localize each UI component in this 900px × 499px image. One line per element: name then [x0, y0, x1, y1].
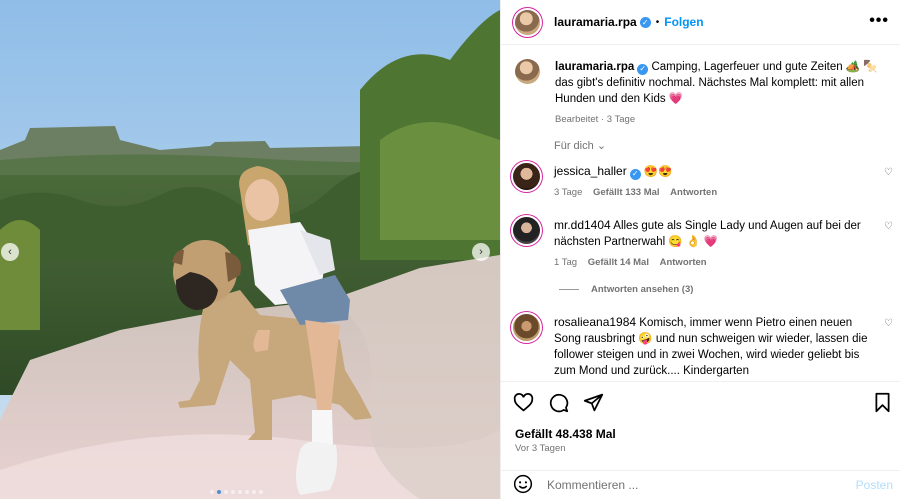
- post-side-panel: lauramaria.rpa ✓ • Folgen ••• lauramaria…: [500, 0, 900, 499]
- like-comment-heart-icon[interactable]: ♡: [884, 318, 893, 329]
- action-icons: [513, 392, 604, 413]
- emoji-icon[interactable]: [513, 474, 533, 497]
- commenter-avatar[interactable]: [513, 314, 540, 341]
- carousel-indicator: [210, 490, 263, 494]
- comment-body: jessica_haller ✓ 😍😍 3 Tage Gefällt 133 Ma…: [554, 163, 874, 201]
- comment-bubble-icon[interactable]: [548, 392, 569, 413]
- replies-divider: [559, 289, 579, 290]
- comments-section[interactable]: lauramaria.rpa ✓ Camping, Lagerfeuer und …: [501, 46, 900, 380]
- commenter-username[interactable]: mr.dd1404: [554, 218, 611, 232]
- caption-username[interactable]: lauramaria.rpa: [555, 61, 634, 73]
- comment-meta: 1 Tag Gefällt 14 Mal Antworten: [554, 255, 874, 271]
- comment-composer: Kommentieren ... Posten: [501, 470, 900, 499]
- post-actions: Gefällt 48.438 Mal Vor 3 Tagen: [501, 381, 900, 461]
- share-paper-plane-icon[interactable]: [583, 392, 604, 413]
- comment-time: 1 Tag: [554, 257, 578, 268]
- comment-item: jessica_haller ✓ 😍😍 3 Tage Gefällt 133 Ma…: [513, 163, 893, 201]
- author-username[interactable]: lauramaria.rpa: [554, 15, 637, 29]
- save-bookmark-icon[interactable]: [872, 392, 893, 413]
- post-comment-button[interactable]: Posten: [856, 478, 893, 492]
- post-date: Vor 3 Tagen: [515, 443, 566, 454]
- verified-badge-icon: ✓: [629, 168, 641, 180]
- verified-badge-icon: ✓: [639, 16, 651, 28]
- comment-filter-label: Für dich: [554, 140, 594, 152]
- chevron-right-icon: ›: [479, 245, 483, 258]
- post-likes-count[interactable]: Gefällt 48.438 Mal: [515, 427, 616, 441]
- carousel-dot-active: [217, 490, 221, 494]
- reply-button[interactable]: Antworten: [670, 187, 717, 198]
- next-slide-button[interactable]: ›: [472, 243, 490, 261]
- carousel-dot: [210, 490, 214, 494]
- comment-text: 😍😍: [643, 166, 673, 178]
- comment-item: mr.dd1404 Alles gute als Single Lady und…: [513, 217, 893, 271]
- chevron-left-icon: ‹: [8, 245, 12, 258]
- comment-likes[interactable]: Gefällt 133 Mal: [593, 187, 660, 198]
- like-comment-heart-icon[interactable]: ♡: [884, 221, 893, 232]
- post-photo[interactable]: ‹ ›: [0, 0, 500, 499]
- commenter-avatar[interactable]: [513, 163, 540, 190]
- comment-body: mr.dd1404 Alles gute als Single Lady und…: [554, 217, 874, 271]
- carousel-dot: [259, 490, 263, 494]
- commenter-username[interactable]: jessica_haller: [554, 164, 627, 178]
- commenter-username[interactable]: rosalieana1984: [554, 315, 636, 329]
- author-avatar[interactable]: [515, 9, 540, 35]
- separator-dot: •: [655, 16, 660, 28]
- comment-likes[interactable]: Gefällt 14 Mal: [588, 257, 649, 268]
- like-heart-icon[interactable]: [513, 392, 534, 413]
- like-comment-heart-icon[interactable]: ♡: [884, 167, 893, 178]
- verified-badge-icon: ✓: [637, 63, 649, 75]
- carousel-dot: [252, 490, 256, 494]
- comment-item: rosalieana1984 Komisch, immer wenn Pietr…: [513, 314, 893, 379]
- comment-filter-dropdown[interactable]: Für dich ⌄: [554, 139, 606, 152]
- post-header: lauramaria.rpa ✓ • Folgen •••: [501, 0, 900, 45]
- carousel-dot: [231, 490, 235, 494]
- carousel-dot: [245, 490, 249, 494]
- post-caption: lauramaria.rpa ✓ Camping, Lagerfeuer und …: [515, 59, 885, 128]
- previous-slide-button[interactable]: ‹: [1, 243, 19, 261]
- more-options-icon[interactable]: •••: [869, 12, 889, 30]
- reply-button[interactable]: Antworten: [660, 257, 707, 268]
- caption-avatar[interactable]: [515, 59, 540, 84]
- comment-input[interactable]: Kommentieren ...: [547, 478, 837, 492]
- caption-body: lauramaria.rpa ✓ Camping, Lagerfeuer und …: [555, 59, 885, 128]
- view-replies-button[interactable]: Antworten ansehen (3): [559, 284, 693, 295]
- comment-body: rosalieana1984 Komisch, immer wenn Pietr…: [554, 314, 874, 379]
- follow-button[interactable]: Folgen: [664, 15, 703, 29]
- comment-time: 3 Tage: [554, 187, 583, 198]
- commenter-avatar[interactable]: [513, 217, 540, 244]
- caption-edited: Bearbeitet · 3 Tage: [555, 114, 636, 125]
- post-image: [0, 0, 500, 499]
- chevron-down-icon: ⌄: [596, 140, 607, 152]
- view-replies-label: Antworten ansehen (3): [591, 284, 694, 295]
- comment-meta: 3 Tage Gefällt 133 Mal Antworten: [554, 185, 874, 201]
- carousel-dot: [238, 490, 242, 494]
- carousel-dot: [224, 490, 228, 494]
